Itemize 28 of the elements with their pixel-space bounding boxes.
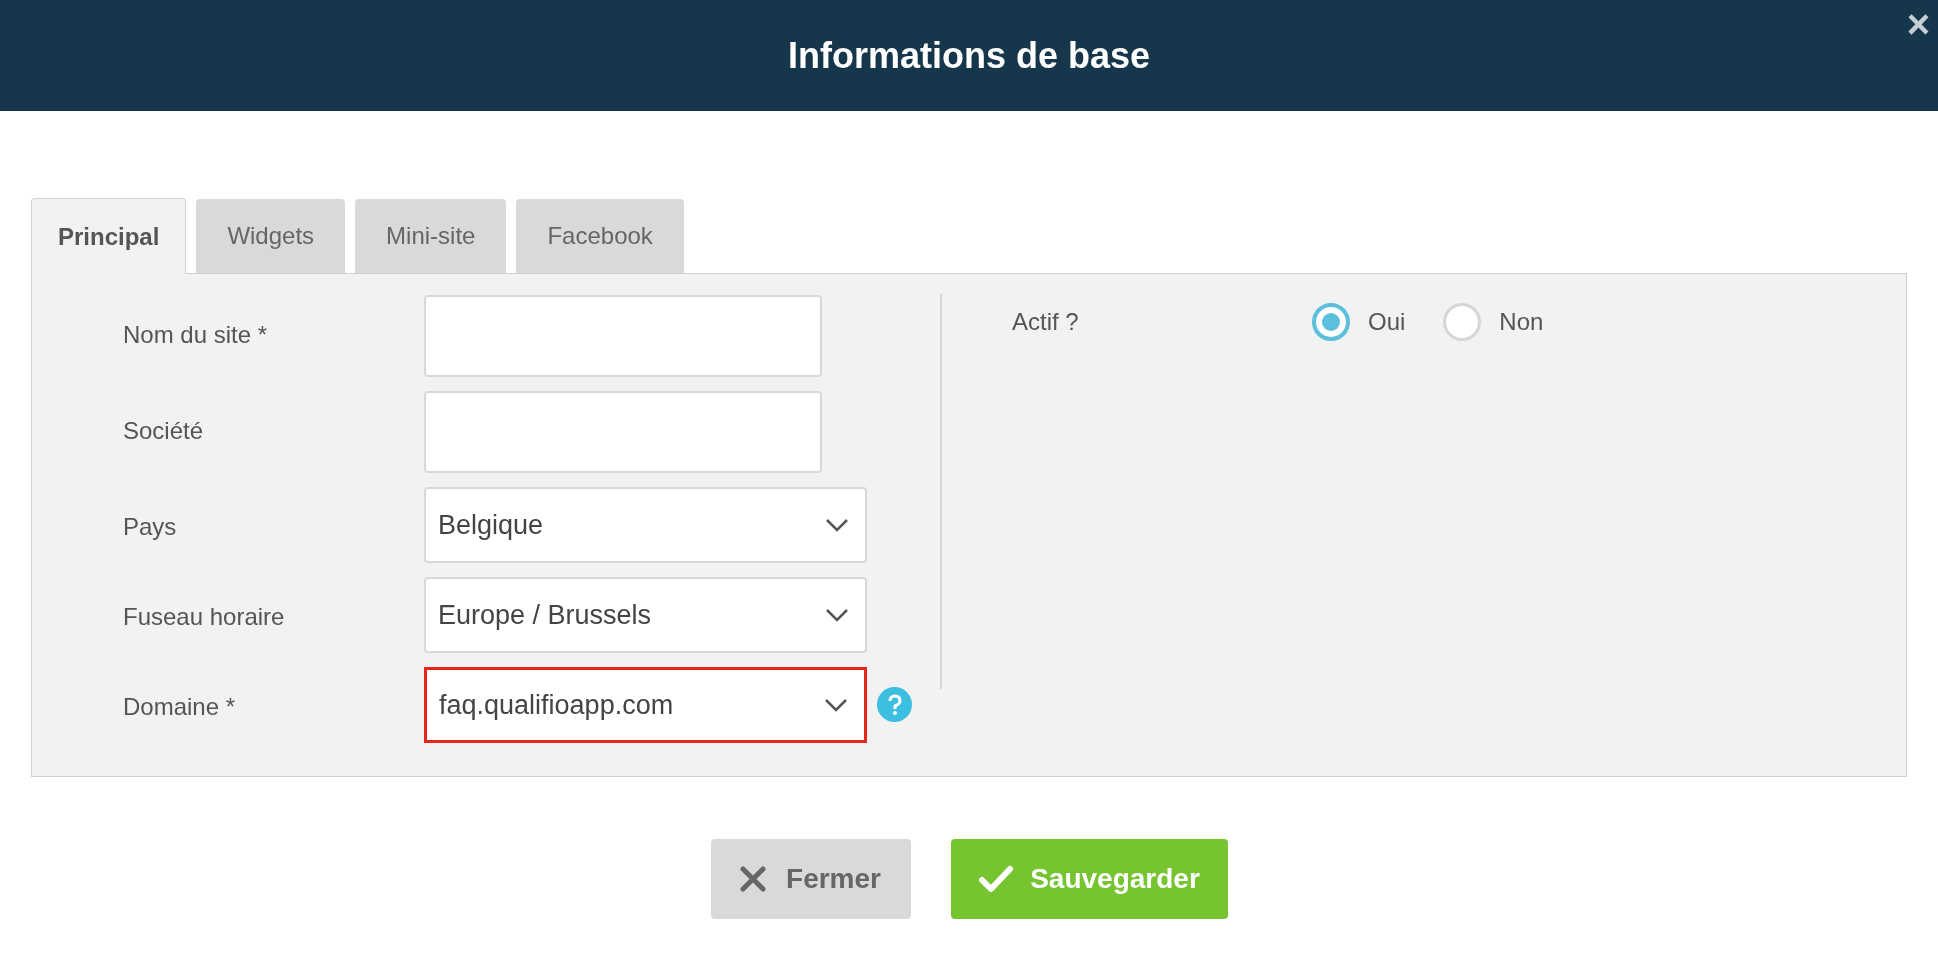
dialog-title: Informations de base — [787, 33, 1151, 78]
field-label: Fuseau horaire — [122, 602, 286, 632]
close-button[interactable]: Fermer — [710, 839, 911, 919]
select-field[interactable]: faq.qualifioapp.com — [424, 667, 867, 743]
tab[interactable]: Facebook — [516, 199, 684, 273]
close-button[interactable]: × — [1902, 4, 1934, 44]
close-icon — [740, 866, 767, 892]
field-label: Pays — [122, 512, 178, 542]
tab[interactable]: Mini-site — [355, 199, 507, 273]
select-field[interactable]: Belgique — [424, 487, 867, 563]
field-label: Nom du site * — [122, 320, 269, 350]
radio-button[interactable] — [1312, 303, 1350, 341]
radio-label: Non — [1499, 307, 1544, 337]
chevron-down-icon — [824, 698, 848, 712]
select-field[interactable]: Europe / Brussels — [424, 577, 867, 653]
text-field[interactable] — [424, 295, 822, 377]
tab[interactable]: Principal — [31, 198, 187, 274]
chevron-down-icon — [825, 518, 849, 532]
field-label: Domaine * — [122, 692, 237, 722]
radio-button[interactable] — [1443, 303, 1482, 341]
field-label: Société — [122, 416, 205, 446]
checkmark-icon — [978, 865, 1015, 893]
radio-label: Oui — [1368, 307, 1406, 337]
tab[interactable]: Widgets — [196, 199, 346, 273]
chevron-down-icon — [825, 608, 849, 622]
help-icon[interactable] — [877, 687, 912, 722]
text-field[interactable] — [424, 391, 822, 473]
field-label: Actif ? — [1012, 307, 1080, 337]
